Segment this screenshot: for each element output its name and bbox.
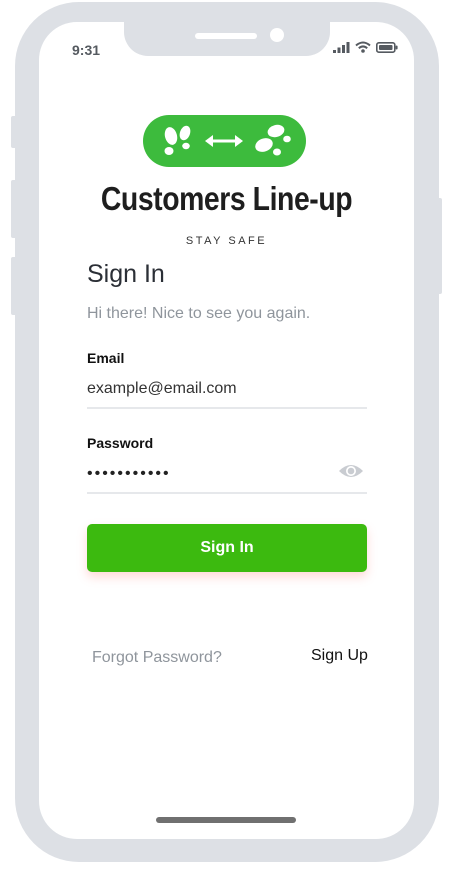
- email-underline: [87, 407, 367, 409]
- footprints-left-icon: [164, 125, 191, 155]
- double-arrow-icon: [205, 135, 243, 147]
- eye-icon[interactable]: [338, 462, 364, 480]
- status-time: 9:31: [72, 42, 101, 58]
- signal-icon: [333, 41, 350, 53]
- status-icons: [333, 41, 398, 53]
- password-label: Password: [87, 435, 154, 451]
- page-title: Sign In: [87, 260, 165, 288]
- home-indicator: [156, 817, 296, 823]
- phone-volume-up: [11, 180, 17, 238]
- wifi-icon: [355, 41, 371, 53]
- front-camera: [270, 28, 284, 42]
- email-field[interactable]: example@email.com: [87, 380, 237, 398]
- sign-up-link[interactable]: Sign Up: [311, 647, 368, 665]
- greeting-text: Hi there! Nice to see you again.: [87, 305, 311, 322]
- password-field[interactable]: •••••••••••: [87, 465, 171, 483]
- speaker-grille: [195, 33, 257, 39]
- password-underline: [87, 492, 367, 494]
- email-label: Email: [87, 350, 125, 366]
- app-logo: [143, 115, 306, 167]
- phone-power-button: [436, 198, 442, 294]
- phone-volume-down: [11, 257, 17, 315]
- app-screen: 9:31 Customers Line-up STAY SAFE Sign In…: [39, 22, 414, 839]
- app-tagline: STAY SAFE: [185, 235, 268, 247]
- app-title: Customers Line-up: [100, 180, 353, 217]
- footprints-right-icon: [255, 124, 291, 156]
- forgot-password-link[interactable]: Forgot Password?: [92, 649, 222, 667]
- battery-icon: [376, 41, 398, 53]
- sign-in-button[interactable]: Sign In: [87, 524, 367, 572]
- phone-side-button: [11, 116, 17, 148]
- phone-notch: [124, 22, 330, 56]
